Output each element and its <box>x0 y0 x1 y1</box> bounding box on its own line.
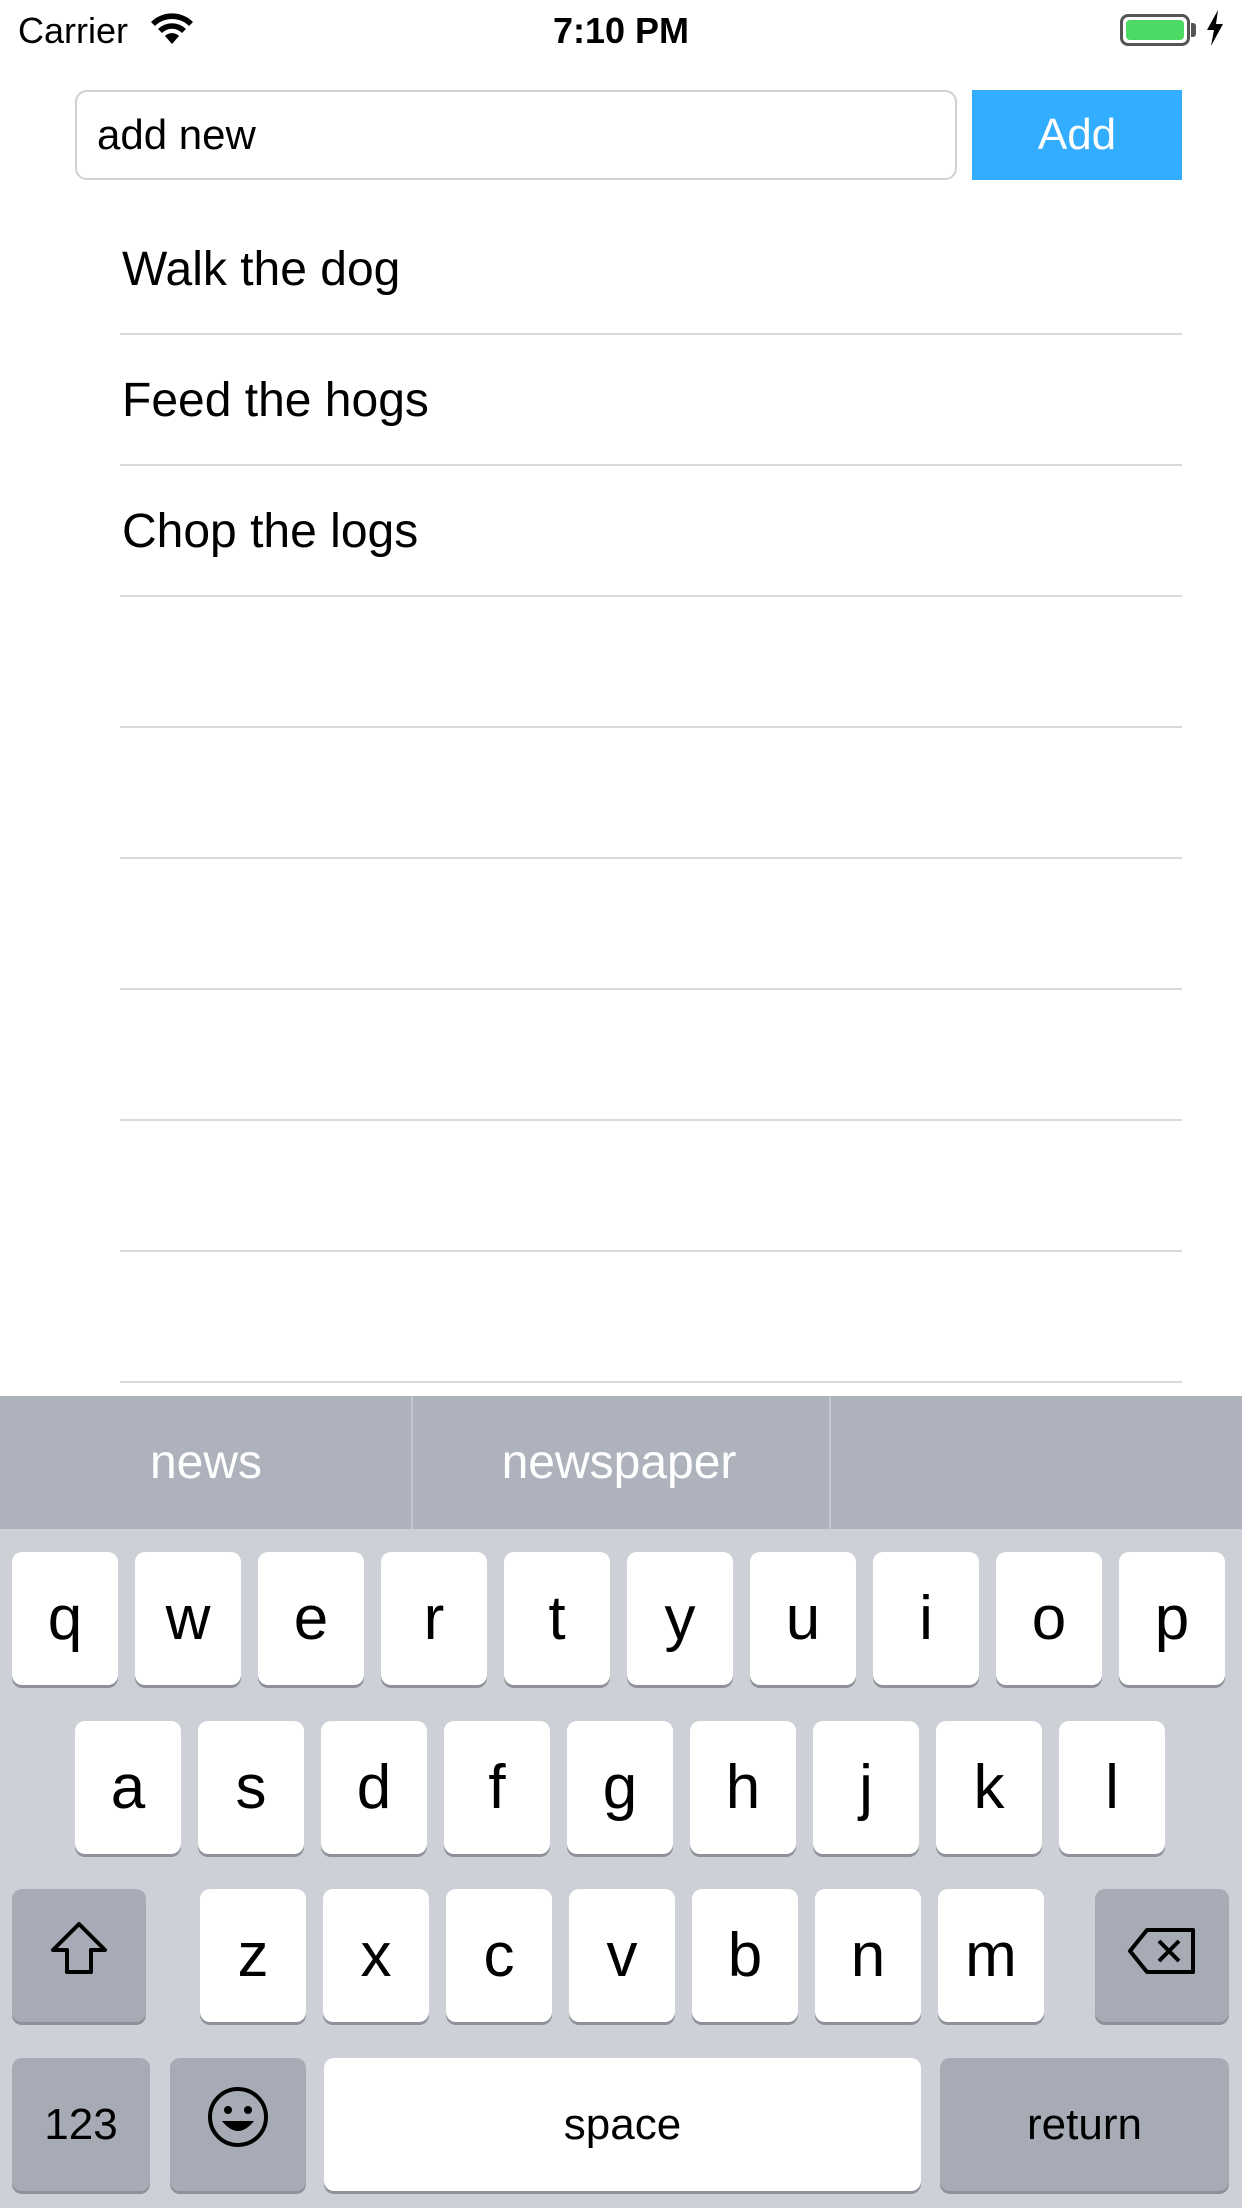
key-k[interactable]: k <box>936 1721 1042 1854</box>
backspace-icon <box>1127 1920 1197 1991</box>
keyboard: news newspaper 123 space return qwertyui… <box>0 1396 1242 2208</box>
key-r[interactable]: r <box>381 1552 487 1685</box>
shift-key[interactable] <box>12 1889 146 2022</box>
suggestion-2[interactable]: newspaper <box>413 1396 825 1529</box>
suggestion-3[interactable] <box>831 1396 1242 1529</box>
key-m[interactable]: m <box>938 1889 1044 2022</box>
key-d[interactable]: d <box>321 1721 427 1854</box>
key-e[interactable]: e <box>258 1552 364 1685</box>
key-a[interactable]: a <box>75 1721 181 1854</box>
list-item[interactable] <box>120 728 1182 859</box>
list-item-label: Walk the dog <box>122 243 401 296</box>
return-key[interactable]: return <box>940 2058 1229 2191</box>
suggestion-bar: news newspaper <box>0 1396 1242 1529</box>
key-v[interactable]: v <box>569 1889 675 2022</box>
keyboard-keys: 123 space return qwertyuiop asdfghjkl zxcv… <box>0 1529 1242 2208</box>
key-p[interactable]: p <box>1119 1552 1225 1685</box>
numbers-key[interactable]: 123 <box>12 2058 150 2191</box>
list-item-label: Feed the hogs <box>122 374 429 427</box>
key-f[interactable]: f <box>444 1721 550 1854</box>
list-item-label: Chop the logs <box>122 505 419 558</box>
list-item[interactable] <box>120 1252 1182 1383</box>
key-c[interactable]: c <box>446 1889 552 2022</box>
key-n[interactable]: n <box>815 1889 921 2022</box>
add-button[interactable]: Add <box>972 90 1182 180</box>
emoji-key[interactable] <box>170 2058 306 2191</box>
list-item[interactable]: Feed the hogs <box>120 335 1182 466</box>
key-h[interactable]: h <box>690 1721 796 1854</box>
shift-icon <box>49 1920 109 1991</box>
key-w[interactable]: w <box>135 1552 241 1685</box>
list-item[interactable]: Walk the dog <box>120 204 1182 335</box>
status-bar: Carrier 7:10 PM <box>0 0 1242 60</box>
list-item[interactable] <box>120 1121 1182 1252</box>
key-q[interactable]: q <box>12 1552 118 1685</box>
emoji-icon <box>206 2085 270 2164</box>
list-item[interactable]: Chop the logs <box>120 466 1182 597</box>
list-item[interactable] <box>120 859 1182 990</box>
key-u[interactable]: u <box>750 1552 856 1685</box>
backspace-key[interactable] <box>1095 1889 1229 2022</box>
key-s[interactable]: s <box>198 1721 304 1854</box>
key-i[interactable]: i <box>873 1552 979 1685</box>
key-z[interactable]: z <box>200 1889 306 2022</box>
battery-icon <box>1120 14 1190 46</box>
list-item[interactable] <box>120 597 1182 728</box>
new-item-input[interactable] <box>75 90 957 180</box>
key-y[interactable]: y <box>627 1552 733 1685</box>
space-key[interactable]: space <box>324 2058 921 2191</box>
list-item[interactable] <box>120 990 1182 1121</box>
key-b[interactable]: b <box>692 1889 798 2022</box>
key-t[interactable]: t <box>504 1552 610 1685</box>
key-o[interactable]: o <box>996 1552 1102 1685</box>
key-g[interactable]: g <box>567 1721 673 1854</box>
suggestion-1[interactable]: news <box>0 1396 412 1529</box>
todo-list: Walk the dog Feed the hogs Chop the logs <box>120 204 1182 1383</box>
key-l[interactable]: l <box>1059 1721 1165 1854</box>
battery-nub <box>1191 23 1196 37</box>
charging-bolt-icon <box>1205 10 1225 51</box>
key-j[interactable]: j <box>813 1721 919 1854</box>
status-time: 7:10 PM <box>552 10 690 51</box>
key-x[interactable]: x <box>323 1889 429 2022</box>
